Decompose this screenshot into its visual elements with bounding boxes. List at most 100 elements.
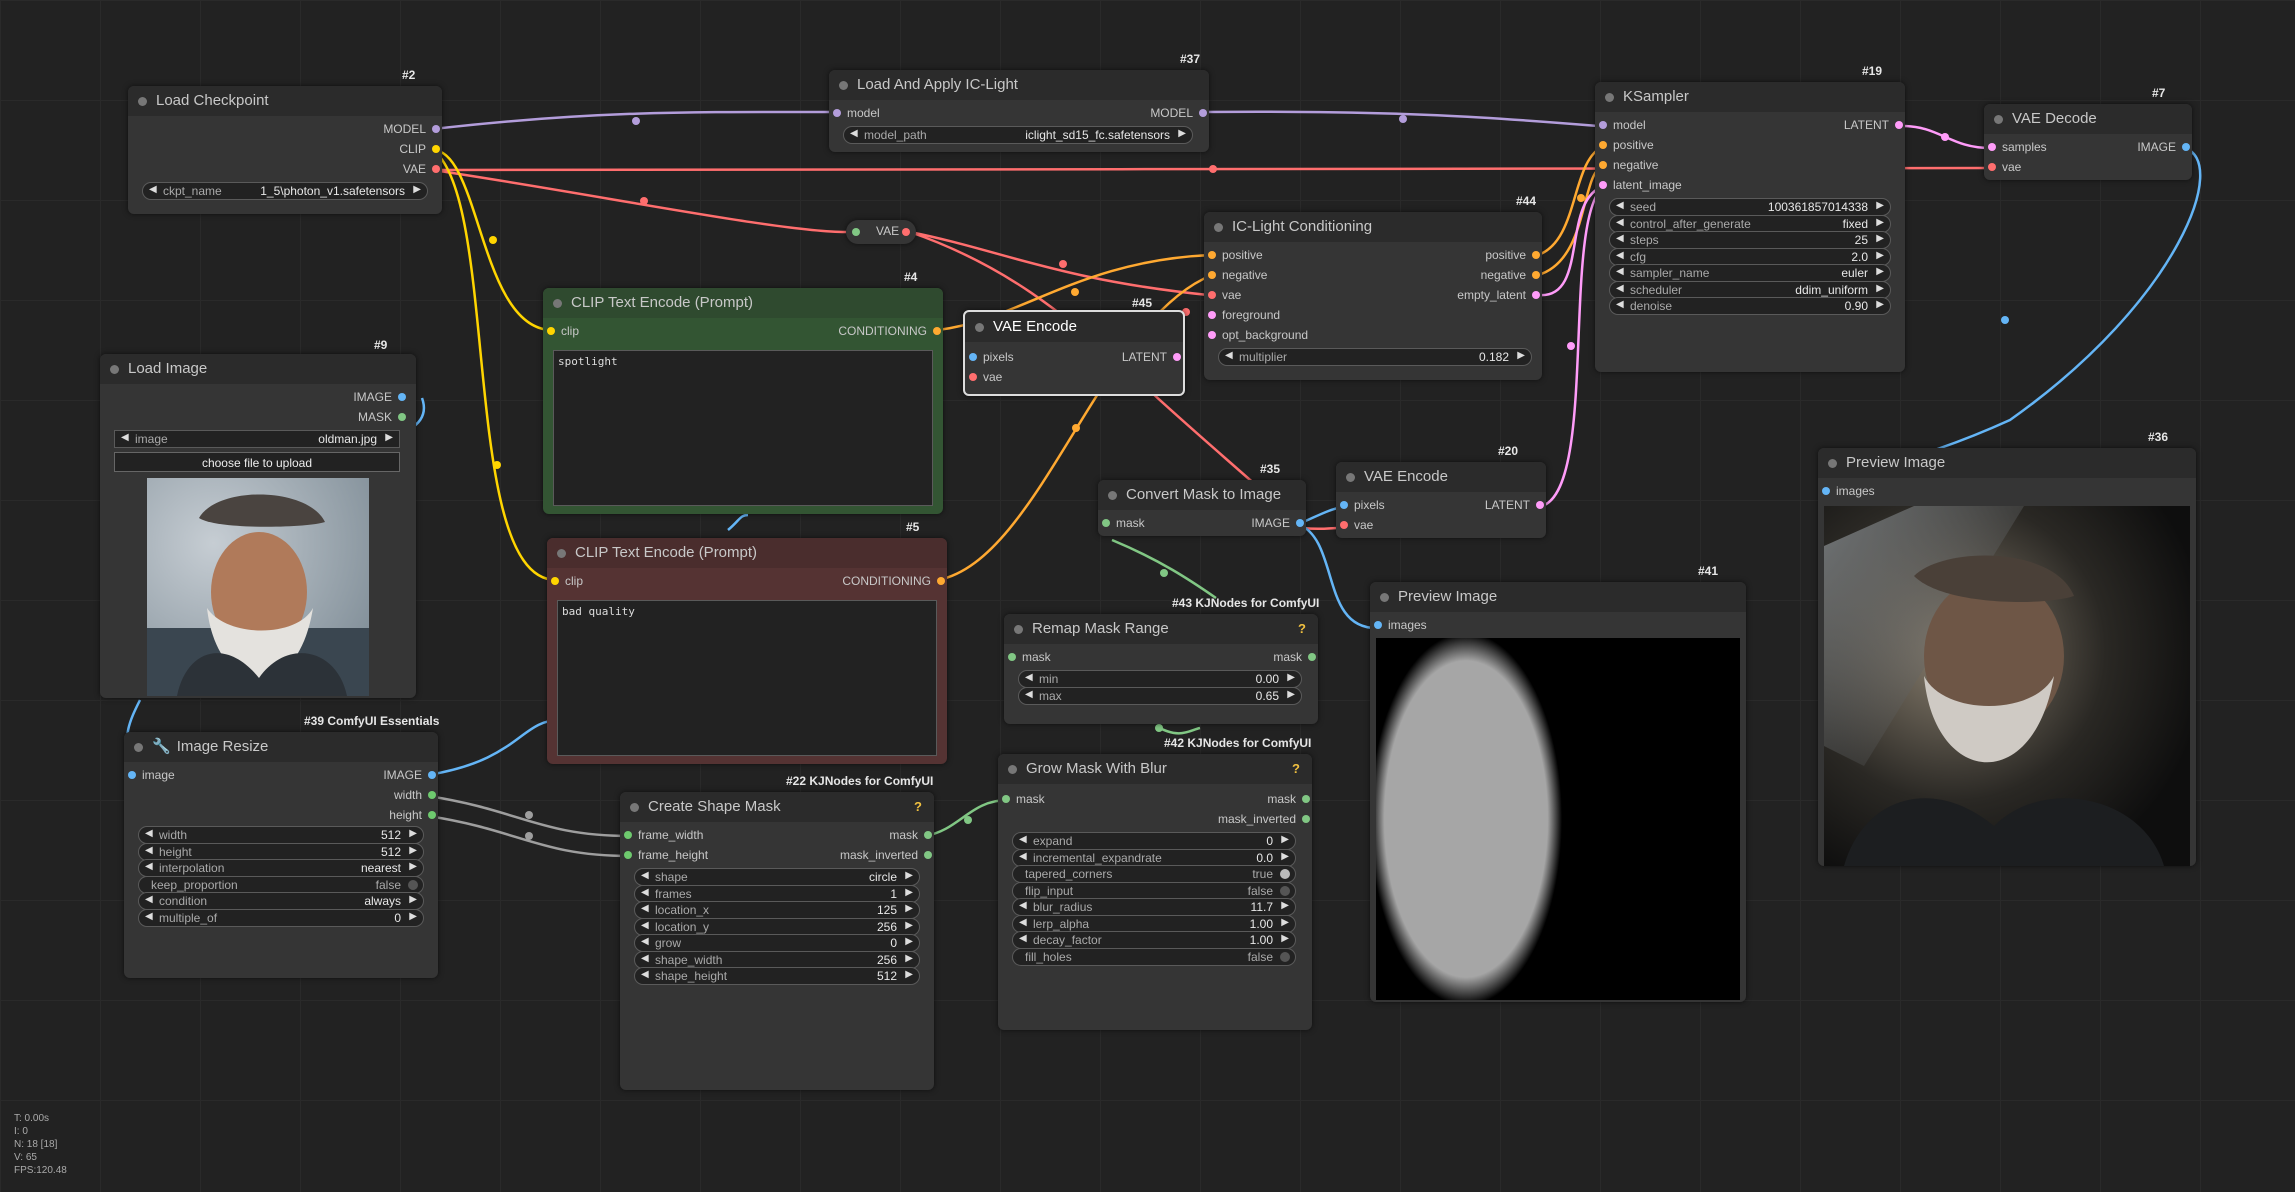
input-images[interactable]: images (1370, 616, 1427, 634)
vae-decode-node[interactable]: VAE Decode samples vae IMAGE (1984, 104, 2192, 180)
toggle-knob-icon[interactable] (1280, 869, 1290, 879)
grow-widget[interactable]: ◀ grow 0 ▶ (634, 934, 920, 952)
input-vae[interactable]: vae (1984, 158, 2021, 176)
arrow-right-icon[interactable]: ▶ (905, 969, 913, 980)
port-dot[interactable] (1532, 291, 1540, 299)
port-dot[interactable] (852, 228, 860, 236)
input-clip[interactable]: clip (547, 572, 583, 590)
input-negative[interactable]: negative (1595, 156, 1658, 174)
node-title[interactable]: IC-Light Conditioning (1204, 212, 1542, 242)
port-dot[interactable] (428, 771, 436, 779)
node-title[interactable]: Preview Image (1370, 582, 1746, 612)
iclight-conditioning-node[interactable]: IC-Light Conditioning positive negative … (1204, 212, 1542, 380)
arrow-left-icon[interactable]: ◀ (1616, 233, 1624, 244)
node-graph-canvas[interactable]: #2 Load Checkpoint MODEL CLIP VAE ◀ ckpt_… (0, 0, 2295, 1192)
input-negative[interactable]: negative (1204, 266, 1267, 284)
scheduler-widget[interactable]: ◀ scheduler ddim_uniform ▶ (1609, 280, 1891, 299)
arrow-left-icon[interactable]: ◀ (1616, 250, 1624, 261)
arrow-left-icon[interactable]: ◀ (1616, 200, 1624, 211)
output-conditioning[interactable]: CONDITIONING (842, 572, 947, 590)
prompt-textarea[interactable]: bad quality (557, 600, 937, 756)
collapse-dot[interactable] (110, 365, 119, 374)
help-icon[interactable]: ? (914, 792, 922, 822)
arrow-left-icon[interactable]: ◀ (145, 894, 153, 905)
tapered-corners-toggle[interactable]: tapered_corners true (1012, 865, 1296, 883)
arrow-right-icon[interactable]: ▶ (905, 920, 913, 931)
arrow-right-icon[interactable]: ▶ (1876, 233, 1884, 244)
arrow-right-icon[interactable]: ▶ (1876, 250, 1884, 261)
output-image[interactable]: IMAGE (383, 766, 438, 784)
upload-button[interactable]: choose file to upload (114, 452, 400, 472)
node-title[interactable]: VAE Decode (1984, 104, 2192, 134)
input-images[interactable]: images (1818, 482, 1875, 500)
arrow-right-icon[interactable]: ▶ (409, 845, 417, 856)
collapse-dot[interactable] (1108, 491, 1117, 500)
port-dot[interactable] (924, 831, 932, 839)
input-samples[interactable]: samples (1984, 138, 2047, 156)
node-title[interactable]: CLIP Text Encode (Prompt) (547, 538, 947, 568)
port-dot[interactable] (1008, 653, 1016, 661)
collapse-dot[interactable] (557, 549, 566, 558)
grow-mask-with-blur-node[interactable]: Grow Mask With Blur? mask mask mask_inve… (998, 754, 1312, 1030)
collapse-dot[interactable] (839, 81, 848, 90)
port-dot[interactable] (398, 413, 406, 421)
control-after-generate-widget[interactable]: ◀ control_after_generate fixed ▶ (1609, 214, 1891, 233)
port-dot[interactable] (1208, 251, 1216, 259)
cfg-widget[interactable]: ◀ cfg 2.0 ▶ (1609, 247, 1891, 266)
collapse-dot[interactable] (975, 323, 984, 332)
port-dot[interactable] (1173, 353, 1181, 361)
arrow-left-icon[interactable]: ◀ (145, 845, 153, 856)
arrow-left-icon[interactable]: ◀ (1616, 283, 1624, 294)
output-latent[interactable]: LATENT (1485, 496, 1546, 514)
input-positive[interactable]: positive (1204, 246, 1263, 264)
input-pixels[interactable]: pixels (1336, 496, 1385, 514)
denoise-widget[interactable]: ◀ denoise 0.90 ▶ (1609, 297, 1891, 315)
arrow-right-icon[interactable]: ▶ (905, 903, 913, 914)
arrow-right-icon[interactable]: ▶ (1281, 851, 1289, 862)
arrow-right-icon[interactable]: ▶ (1281, 834, 1289, 845)
location-x-widget[interactable]: ◀ location_x 125 ▶ (634, 901, 920, 919)
arrow-right-icon[interactable]: ▶ (905, 870, 913, 881)
collapse-dot[interactable] (1828, 459, 1837, 468)
toggle-knob-icon[interactable] (408, 879, 418, 890)
collapse-dot[interactable] (553, 299, 562, 308)
port-dot[interactable] (1532, 271, 1540, 279)
port-dot[interactable] (969, 353, 977, 361)
port-dot[interactable] (1340, 501, 1348, 509)
port-dot[interactable] (1208, 291, 1216, 299)
input-clip[interactable]: clip (543, 322, 579, 340)
port-dot[interactable] (432, 125, 440, 133)
collapse-dot[interactable] (630, 803, 639, 812)
seed-widget[interactable]: ◀ seed 100361857014338 ▶ (1609, 198, 1891, 216)
collapse-dot[interactable] (1380, 593, 1389, 602)
min-widget[interactable]: ◀ min 0.00 ▶ (1018, 670, 1302, 688)
input-positive[interactable]: positive (1595, 136, 1654, 154)
arrow-right-icon[interactable]: ▶ (1281, 900, 1289, 911)
vae-encode-20-node[interactable]: VAE Encode pixels vae LATENT (1336, 462, 1546, 538)
incremental-expandrate-widget[interactable]: ◀ incremental_expandrate 0.0 ▶ (1012, 848, 1296, 867)
multiple-of-widget[interactable]: ◀ multiple_of 0 ▶ (138, 908, 424, 927)
input-pixels[interactable]: pixels (965, 348, 1014, 366)
port-dot[interactable] (1308, 653, 1316, 661)
port-dot[interactable] (398, 393, 406, 401)
arrow-right-icon[interactable]: ▶ (385, 432, 393, 443)
collapse-dot[interactable] (138, 97, 147, 106)
output-negative[interactable]: negative (1481, 266, 1542, 284)
max-widget[interactable]: ◀ max 0.65 ▶ (1018, 686, 1302, 705)
port-dot[interactable] (547, 327, 555, 335)
collapse-dot[interactable] (1605, 93, 1614, 102)
output-mask[interactable]: mask (1273, 648, 1318, 666)
location-y-widget[interactable]: ◀ location_y 256 ▶ (634, 917, 920, 936)
collapse-dot[interactable] (1008, 765, 1017, 774)
condition-widget[interactable]: ◀ condition always ▶ (138, 892, 424, 910)
input-frame-width[interactable]: frame_width (620, 826, 703, 844)
blur-radius-widget[interactable]: ◀ blur_radius 11.7 ▶ (1012, 898, 1296, 916)
port-dot[interactable] (1599, 141, 1607, 149)
prompt-textarea[interactable]: spotlight (553, 350, 933, 506)
port-dot[interactable] (937, 577, 945, 585)
port-dot[interactable] (833, 109, 841, 117)
arrow-left-icon[interactable]: ◀ (1616, 299, 1624, 310)
port-dot[interactable] (1822, 487, 1830, 495)
node-title[interactable]: Load Checkpoint (128, 86, 442, 116)
clip-text-encode-positive-node[interactable]: CLIP Text Encode (Prompt) clip CONDITION… (543, 288, 943, 514)
